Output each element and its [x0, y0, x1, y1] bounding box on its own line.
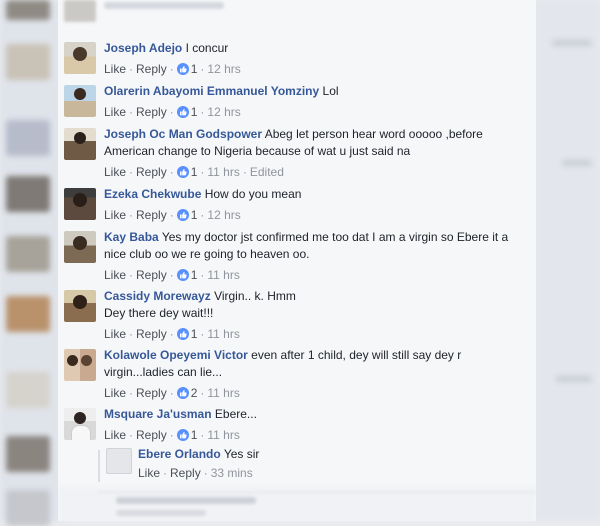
commenter-name[interactable]: Ezeka Chekwube [104, 187, 201, 201]
timestamp[interactable]: 11 hrs [207, 428, 239, 442]
avatar[interactable] [64, 85, 96, 117]
reply-button[interactable]: Reply [136, 327, 167, 341]
reply-button[interactable]: Reply [136, 62, 167, 76]
comment-actions: Like · Reply · 1 · 11 hrs [104, 428, 240, 442]
comment-actions: Like · Reply · 1 · 12 hrs [104, 105, 241, 119]
like-button[interactable]: Like [104, 327, 126, 341]
timestamp[interactable]: 11 hrs [207, 327, 239, 341]
like-button[interactable]: Like [104, 105, 126, 119]
avatar[interactable] [106, 448, 132, 474]
commenter-name[interactable]: Olarerin Abayomi Emmanuel Yomziny [104, 84, 319, 98]
reply-button[interactable]: Reply [136, 428, 167, 442]
thumbs-up-icon[interactable] [176, 269, 189, 281]
comment-text: Virgin.. k. Hmm [214, 289, 296, 303]
avatar[interactable] [64, 349, 96, 381]
avatar[interactable] [64, 231, 96, 263]
timestamp[interactable]: 11 hrs [207, 268, 239, 282]
timestamp[interactable]: 33 mins [211, 466, 253, 480]
like-button[interactable]: Like [104, 428, 126, 442]
comment-actions: Like · Reply · 1 · 12 hrs [104, 62, 241, 76]
faded-next-comment [58, 486, 536, 521]
like-button[interactable]: Like [104, 386, 126, 400]
like-button[interactable]: Like [104, 165, 126, 179]
thumbs-up-icon[interactable] [176, 429, 189, 441]
comment-actions: Like · Reply · 2 · 11 hrs [104, 386, 240, 400]
reply-button[interactable]: Reply [136, 268, 167, 282]
comment-text: Lol [322, 84, 339, 98]
comment-actions: Like · Reply · 1 · 11 hrs · Edited [104, 165, 284, 179]
avatar[interactable] [64, 290, 96, 322]
reply-button[interactable]: Reply [136, 386, 167, 400]
reply-button[interactable]: Reply [136, 208, 167, 222]
reply-button[interactable]: Reply [136, 165, 167, 179]
commenter-name[interactable]: Kolawole Opeyemi Victor [104, 348, 248, 362]
comment-text: Ebere... [214, 407, 257, 421]
timestamp[interactable]: 11 hrs [207, 386, 239, 400]
thumbs-up-icon[interactable] [176, 106, 189, 118]
like-button[interactable]: Like [104, 268, 126, 282]
thumbs-up-icon[interactable] [176, 209, 189, 221]
comment-actions: Like · Reply · 1 · 11 hrs [104, 268, 240, 282]
like-button[interactable]: Like [138, 466, 160, 480]
comment-actions: Like · Reply · 33 mins [138, 466, 253, 480]
commenter-name[interactable]: Joseph Adejo [104, 41, 182, 55]
reply-connector-line [98, 450, 100, 482]
comment-text-line-2: Dey there dey wait!!! [104, 306, 214, 320]
faded-previous-comment [58, 0, 536, 30]
reply-button[interactable]: Reply [136, 105, 167, 119]
timestamp[interactable]: 12 hrs [207, 105, 240, 119]
comment-text: Yes my doctor jst confirmed me too dat I… [104, 230, 509, 261]
avatar[interactable] [64, 188, 96, 220]
comment-actions: Like · Reply · 1 · 12 hrs [104, 208, 241, 222]
timestamp[interactable]: 11 hrs [207, 165, 239, 179]
avatar[interactable] [64, 408, 96, 440]
commenter-name[interactable]: Ebere Orlando [138, 447, 221, 461]
like-button[interactable]: Like [104, 208, 126, 222]
comment-actions: Like · Reply · 1 · 11 hrs [104, 327, 240, 341]
comment-text: How do you mean [204, 187, 302, 201]
avatar[interactable] [64, 128, 96, 160]
like-button[interactable]: Like [104, 62, 126, 76]
reply-button[interactable]: Reply [170, 466, 201, 480]
comments-panel: Joseph Adejo I concur Like · Reply · 1 · 12 hr… [58, 0, 536, 521]
commenter-name[interactable]: Joseph Oc Man Godspower [104, 127, 262, 141]
timestamp[interactable]: 12 hrs [207, 208, 240, 222]
commenter-name[interactable]: Cassidy Morewayz [104, 289, 211, 303]
edited-label[interactable]: Edited [250, 165, 284, 179]
thumbs-up-icon[interactable] [176, 328, 189, 340]
commenter-name[interactable]: Kay Baba [104, 230, 159, 244]
comment-text: I concur [185, 41, 229, 55]
blurred-right-column [534, 0, 600, 521]
comment-text: Yes sir [223, 447, 260, 461]
commenter-name[interactable]: Msquare Ja'usman [104, 407, 212, 421]
timestamp[interactable]: 12 hrs [207, 62, 240, 76]
thumbs-up-icon[interactable] [176, 166, 189, 178]
thumbs-up-icon[interactable] [176, 63, 189, 75]
avatar[interactable] [64, 42, 96, 74]
thumbs-up-icon[interactable] [176, 387, 189, 399]
blurred-left-column [0, 0, 60, 526]
